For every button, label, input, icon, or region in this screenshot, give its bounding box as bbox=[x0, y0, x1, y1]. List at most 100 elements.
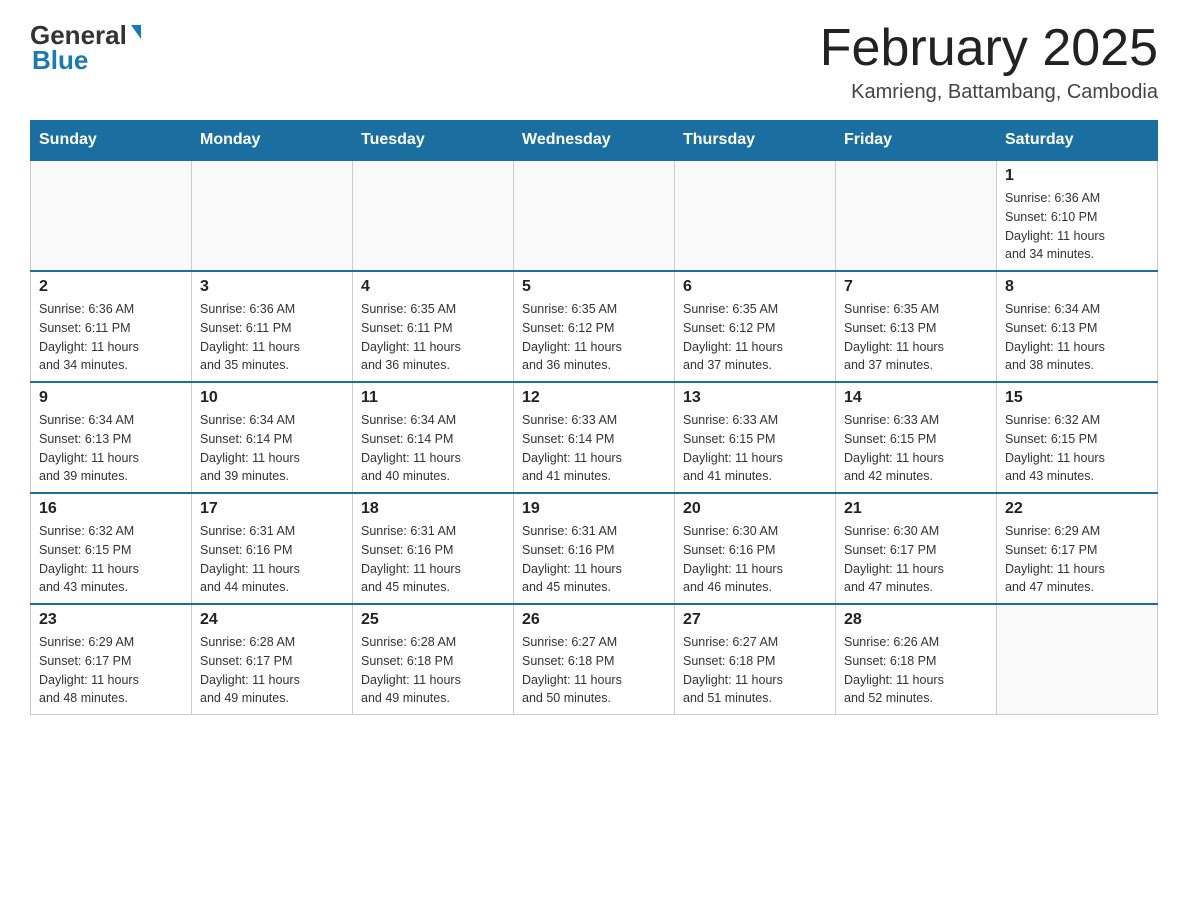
title-area: February 2025 Kamrieng, Battambang, Camb… bbox=[820, 20, 1158, 104]
day-info: Sunrise: 6:35 AM Sunset: 6:12 PM Dayligh… bbox=[522, 300, 666, 375]
calendar-cell: 20 Sunrise: 6:30 AM Sunset: 6:16 PM Dayli… bbox=[675, 493, 836, 604]
calendar-cell: 16 Sunrise: 6:32 AM Sunset: 6:15 PM Dayli… bbox=[31, 493, 192, 604]
day-number: 10 bbox=[200, 389, 344, 407]
calendar-cell: 22 Sunrise: 6:29 AM Sunset: 6:17 PM Dayli… bbox=[997, 493, 1158, 604]
calendar-cell: 23 Sunrise: 6:29 AM Sunset: 6:17 PM Dayli… bbox=[31, 604, 192, 715]
day-number: 8 bbox=[1005, 278, 1149, 296]
calendar-cell: 7Sunrise: 6:35 AM Sunset: 6:13 PM Daylig… bbox=[836, 271, 997, 382]
day-number: 1 bbox=[1005, 167, 1149, 185]
day-number: 9 bbox=[39, 389, 183, 407]
calendar-header-row: SundayMondayTuesdayWednesdayThursdayFrid… bbox=[31, 121, 1158, 161]
day-number: 27 bbox=[683, 611, 827, 629]
calendar-cell: 17 Sunrise: 6:31 AM Sunset: 6:16 PM Dayli… bbox=[192, 493, 353, 604]
calendar-cell: 28Sunrise: 6:26 AM Sunset: 6:18 PM Dayli… bbox=[836, 604, 997, 715]
day-number: 19 bbox=[522, 500, 666, 518]
calendar-table: SundayMondayTuesdayWednesdayThursdayFrid… bbox=[30, 120, 1158, 715]
calendar-cell bbox=[353, 160, 514, 271]
calendar-cell: 8 Sunrise: 6:34 AM Sunset: 6:13 PM Daylig… bbox=[997, 271, 1158, 382]
day-info: Sunrise: 6:36 AM Sunset: 6:11 PM Dayligh… bbox=[200, 300, 344, 375]
day-info: Sunrise: 6:33 AM Sunset: 6:15 PM Dayligh… bbox=[683, 411, 827, 486]
calendar-cell bbox=[675, 160, 836, 271]
day-number: 14 bbox=[844, 389, 988, 407]
day-number: 17 bbox=[200, 500, 344, 518]
day-info: Sunrise: 6:35 AM Sunset: 6:11 PM Dayligh… bbox=[361, 300, 505, 375]
day-info: Sunrise: 6:35 AM Sunset: 6:12 PM Dayligh… bbox=[683, 300, 827, 375]
logo-triangle-icon bbox=[131, 25, 141, 39]
day-number: 6 bbox=[683, 278, 827, 296]
calendar-cell: 4 Sunrise: 6:35 AM Sunset: 6:11 PM Daylig… bbox=[353, 271, 514, 382]
calendar-cell: 26 Sunrise: 6:27 AM Sunset: 6:18 PM Dayli… bbox=[514, 604, 675, 715]
calendar-cell: 10 Sunrise: 6:34 AM Sunset: 6:14 PM Dayli… bbox=[192, 382, 353, 493]
day-info: Sunrise: 6:36 AM Sunset: 6:10 PM Dayligh… bbox=[1005, 189, 1149, 264]
calendar-cell: 1 Sunrise: 6:36 AM Sunset: 6:10 PM Daylig… bbox=[997, 160, 1158, 271]
day-info: Sunrise: 6:34 AM Sunset: 6:14 PM Dayligh… bbox=[200, 411, 344, 486]
calendar-cell: 25 Sunrise: 6:28 AM Sunset: 6:18 PM Dayli… bbox=[353, 604, 514, 715]
day-number: 24 bbox=[200, 611, 344, 629]
calendar-cell: 6 Sunrise: 6:35 AM Sunset: 6:12 PM Daylig… bbox=[675, 271, 836, 382]
calendar-cell: 9 Sunrise: 6:34 AM Sunset: 6:13 PM Daylig… bbox=[31, 382, 192, 493]
day-info: Sunrise: 6:36 AM Sunset: 6:11 PM Dayligh… bbox=[39, 300, 183, 375]
day-info: Sunrise: 6:31 AM Sunset: 6:16 PM Dayligh… bbox=[361, 522, 505, 597]
calendar-week-row: 1 Sunrise: 6:36 AM Sunset: 6:10 PM Daylig… bbox=[31, 160, 1158, 271]
day-number: 25 bbox=[361, 611, 505, 629]
day-number: 13 bbox=[683, 389, 827, 407]
day-info: Sunrise: 6:27 AM Sunset: 6:18 PM Dayligh… bbox=[522, 633, 666, 708]
day-info: Sunrise: 6:29 AM Sunset: 6:17 PM Dayligh… bbox=[1005, 522, 1149, 597]
day-number: 2 bbox=[39, 278, 183, 296]
day-info: Sunrise: 6:34 AM Sunset: 6:13 PM Dayligh… bbox=[1005, 300, 1149, 375]
day-info: Sunrise: 6:30 AM Sunset: 6:17 PM Dayligh… bbox=[844, 522, 988, 597]
calendar-cell: 21 Sunrise: 6:30 AM Sunset: 6:17 PM Dayli… bbox=[836, 493, 997, 604]
day-info: Sunrise: 6:28 AM Sunset: 6:17 PM Dayligh… bbox=[200, 633, 344, 708]
calendar-cell: 13 Sunrise: 6:33 AM Sunset: 6:15 PM Dayli… bbox=[675, 382, 836, 493]
day-header-thursday: Thursday bbox=[675, 121, 836, 161]
day-number: 4 bbox=[361, 278, 505, 296]
day-number: 11 bbox=[361, 389, 505, 407]
day-info: Sunrise: 6:31 AM Sunset: 6:16 PM Dayligh… bbox=[522, 522, 666, 597]
day-number: 20 bbox=[683, 500, 827, 518]
calendar-cell bbox=[192, 160, 353, 271]
day-info: Sunrise: 6:35 AM Sunset: 6:13 PM Dayligh… bbox=[844, 300, 988, 375]
calendar-week-row: 2 Sunrise: 6:36 AM Sunset: 6:11 PM Daylig… bbox=[31, 271, 1158, 382]
day-number: 22 bbox=[1005, 500, 1149, 518]
calendar-cell: 18 Sunrise: 6:31 AM Sunset: 6:16 PM Dayli… bbox=[353, 493, 514, 604]
main-title: February 2025 bbox=[820, 20, 1158, 77]
calendar-cell: 24 Sunrise: 6:28 AM Sunset: 6:17 PM Dayli… bbox=[192, 604, 353, 715]
day-number: 16 bbox=[39, 500, 183, 518]
day-info: Sunrise: 6:32 AM Sunset: 6:15 PM Dayligh… bbox=[1005, 411, 1149, 486]
day-info: Sunrise: 6:31 AM Sunset: 6:16 PM Dayligh… bbox=[200, 522, 344, 597]
day-number: 23 bbox=[39, 611, 183, 629]
day-number: 26 bbox=[522, 611, 666, 629]
calendar-cell: 11Sunrise: 6:34 AM Sunset: 6:14 PM Dayli… bbox=[353, 382, 514, 493]
calendar-cell: 27 Sunrise: 6:27 AM Sunset: 6:18 PM Dayli… bbox=[675, 604, 836, 715]
day-header-friday: Friday bbox=[836, 121, 997, 161]
day-header-tuesday: Tuesday bbox=[353, 121, 514, 161]
calendar-cell bbox=[31, 160, 192, 271]
day-header-monday: Monday bbox=[192, 121, 353, 161]
calendar-cell: 12Sunrise: 6:33 AM Sunset: 6:14 PM Dayli… bbox=[514, 382, 675, 493]
calendar-week-row: 16 Sunrise: 6:32 AM Sunset: 6:15 PM Dayli… bbox=[31, 493, 1158, 604]
day-number: 21 bbox=[844, 500, 988, 518]
calendar-cell bbox=[997, 604, 1158, 715]
calendar-cell bbox=[514, 160, 675, 271]
day-info: Sunrise: 6:30 AM Sunset: 6:16 PM Dayligh… bbox=[683, 522, 827, 597]
day-header-wednesday: Wednesday bbox=[514, 121, 675, 161]
day-info: Sunrise: 6:26 AM Sunset: 6:18 PM Dayligh… bbox=[844, 633, 988, 708]
day-info: Sunrise: 6:29 AM Sunset: 6:17 PM Dayligh… bbox=[39, 633, 183, 708]
day-number: 5 bbox=[522, 278, 666, 296]
day-info: Sunrise: 6:28 AM Sunset: 6:18 PM Dayligh… bbox=[361, 633, 505, 708]
day-header-saturday: Saturday bbox=[997, 121, 1158, 161]
day-info: Sunrise: 6:33 AM Sunset: 6:14 PM Dayligh… bbox=[522, 411, 666, 486]
page-header: General Blue February 2025 Kamrieng, Bat… bbox=[30, 20, 1158, 104]
day-number: 18 bbox=[361, 500, 505, 518]
day-number: 3 bbox=[200, 278, 344, 296]
day-info: Sunrise: 6:32 AM Sunset: 6:15 PM Dayligh… bbox=[39, 522, 183, 597]
calendar-cell: 14 Sunrise: 6:33 AM Sunset: 6:15 PM Dayli… bbox=[836, 382, 997, 493]
calendar-cell: 5 Sunrise: 6:35 AM Sunset: 6:12 PM Daylig… bbox=[514, 271, 675, 382]
logo-blue-text: Blue bbox=[30, 45, 88, 76]
day-info: Sunrise: 6:27 AM Sunset: 6:18 PM Dayligh… bbox=[683, 633, 827, 708]
calendar-cell: 15Sunrise: 6:32 AM Sunset: 6:15 PM Dayli… bbox=[997, 382, 1158, 493]
day-info: Sunrise: 6:34 AM Sunset: 6:13 PM Dayligh… bbox=[39, 411, 183, 486]
day-info: Sunrise: 6:33 AM Sunset: 6:15 PM Dayligh… bbox=[844, 411, 988, 486]
calendar-week-row: 9 Sunrise: 6:34 AM Sunset: 6:13 PM Daylig… bbox=[31, 382, 1158, 493]
calendar-cell: 2 Sunrise: 6:36 AM Sunset: 6:11 PM Daylig… bbox=[31, 271, 192, 382]
